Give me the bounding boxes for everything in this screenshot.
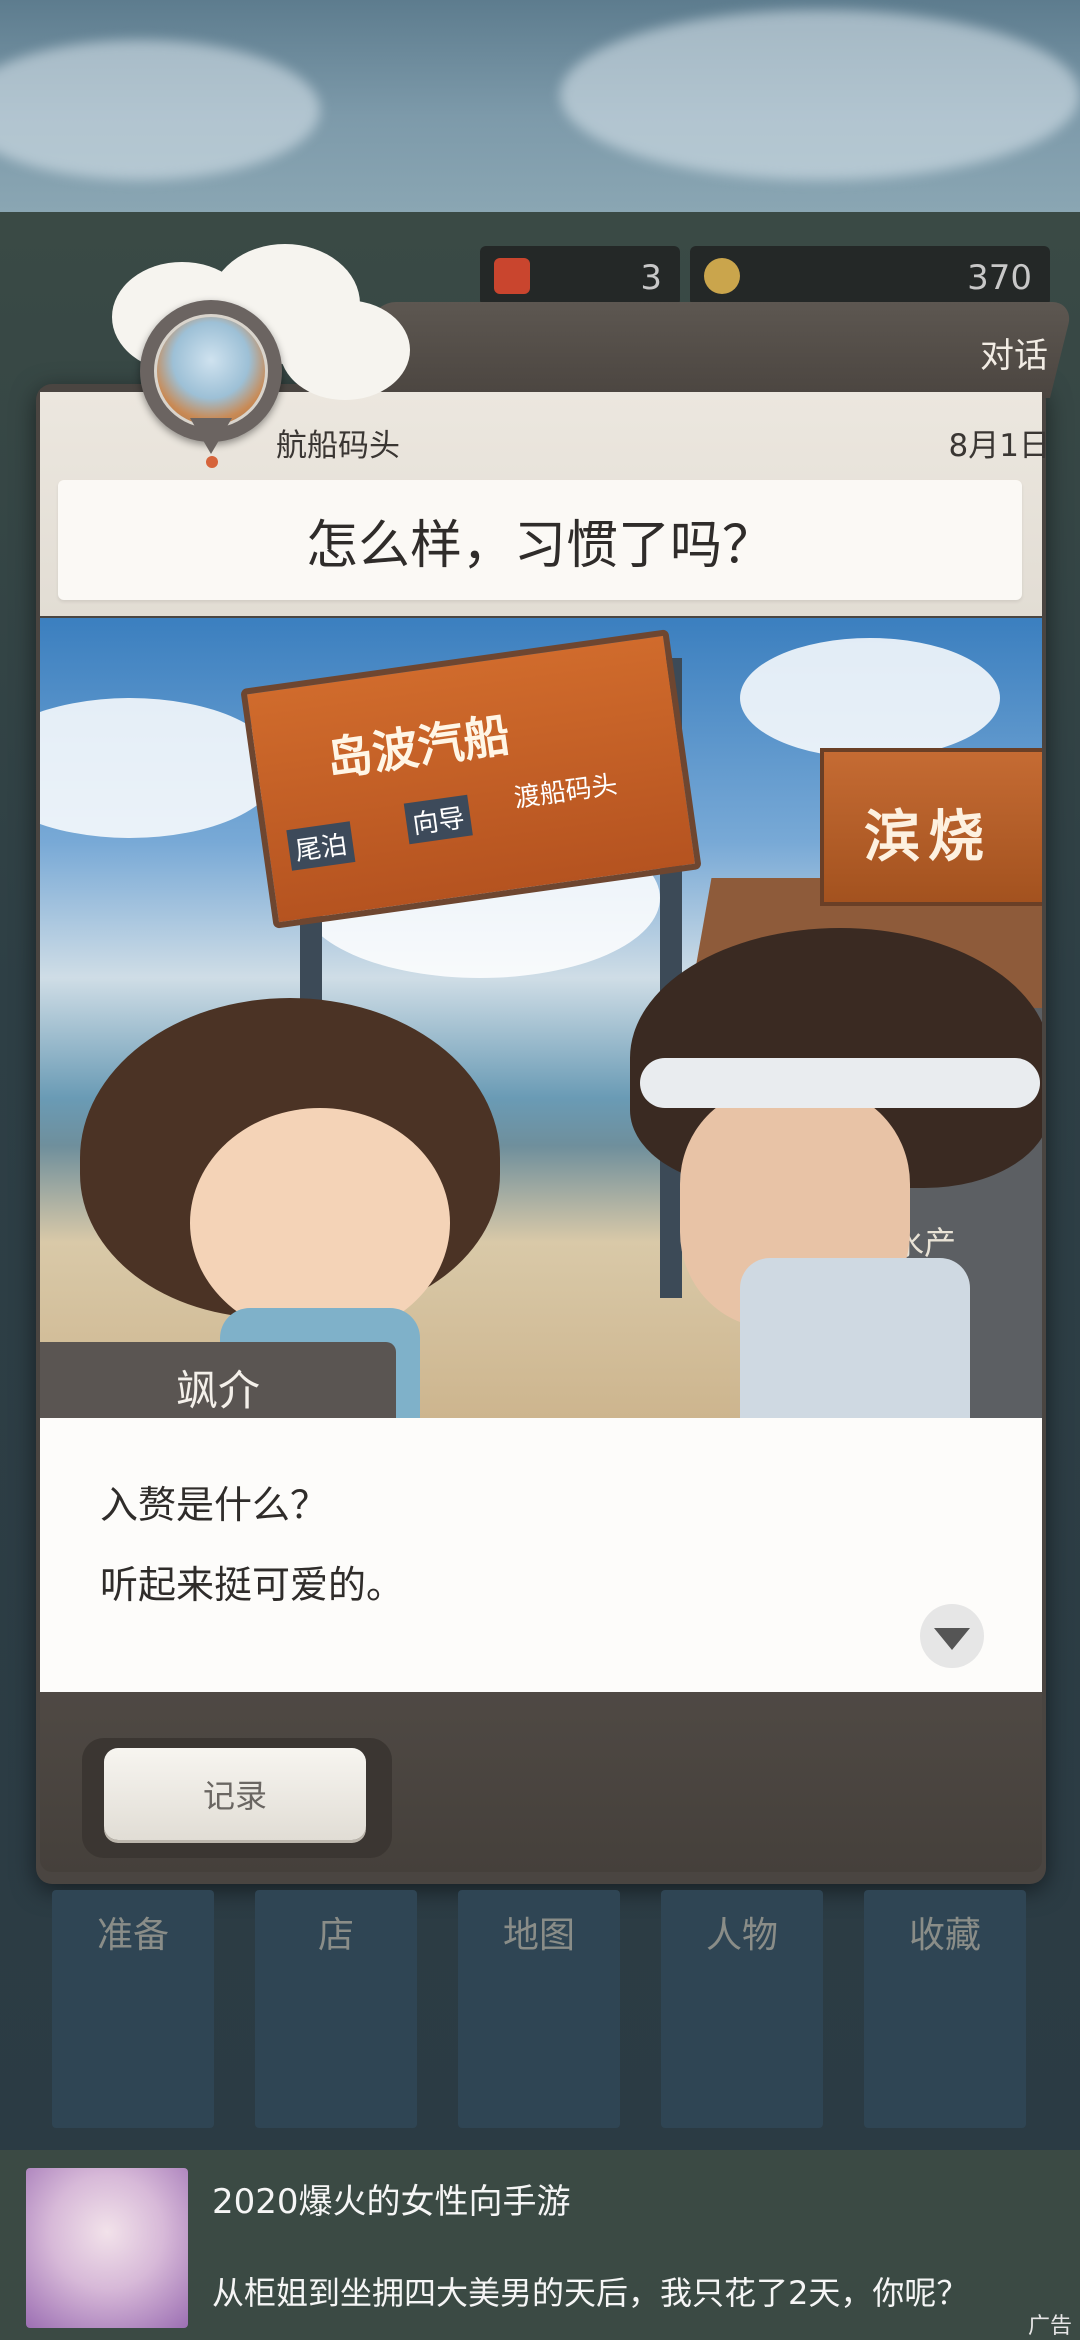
dialogue-line-2: 听起来挺可爱的。	[100, 1563, 405, 1607]
cloud	[740, 638, 1000, 758]
coin-icon	[704, 258, 740, 294]
coin-count: 370	[967, 258, 1032, 298]
location-pin-icon	[140, 300, 282, 454]
scene-illustration: 岛波汽船 尾泊 向导 渡船码头 滨烧 道水产	[40, 618, 1042, 1418]
triangle-down-icon	[934, 1628, 970, 1650]
dialogue-line-1: 入赘是什么？	[100, 1483, 329, 1527]
location-name: 航船码头	[276, 428, 400, 464]
nav-label: 店	[317, 1915, 354, 1956]
pin-dot	[206, 456, 218, 468]
face	[190, 1108, 450, 1338]
dialog-tab-label: 对话	[980, 336, 1048, 376]
body	[740, 1258, 970, 1418]
item-count: 3	[640, 258, 662, 298]
nav-label: 人物	[705, 1915, 778, 1956]
card-icon	[494, 258, 530, 294]
ad-title: 2020爆火的女性向手游	[212, 2182, 571, 2222]
sign-right-text: 渡船码头	[512, 769, 620, 815]
coin-counter: 370	[690, 246, 1050, 306]
date-label: 8月1日	[948, 428, 1050, 464]
nav-collection[interactable]: 收藏	[864, 1890, 1026, 2128]
ad-tag: 广告	[1027, 2314, 1072, 2339]
sign-mid-text: 向导	[403, 794, 473, 845]
location-thumbnail	[154, 314, 268, 428]
sign-left-text: 尾泊	[286, 821, 356, 871]
pin-tail	[190, 418, 232, 454]
log-button[interactable]: 记录	[104, 1748, 366, 1840]
nav-prepare[interactable]: 准备	[52, 1890, 214, 2128]
nav-label: 准备	[96, 1915, 169, 1956]
next-arrow-icon[interactable]	[920, 1604, 984, 1668]
question-text: 怎么样，习惯了吗？	[58, 480, 1022, 600]
nav-label: 地图	[502, 1915, 575, 1956]
ad-body: 从柜姐到坐拥四大美男的天后，我只花了2天，你呢？	[212, 2274, 969, 2312]
shop-sign: 滨烧	[820, 748, 1042, 906]
bottom-nav: 准备 店 地图 人物 收藏	[52, 1890, 1032, 2130]
nav-characters[interactable]: 人物	[661, 1890, 823, 2128]
shop-sign-text: 滨烧	[864, 805, 992, 870]
nav-shop[interactable]: 店	[255, 1890, 417, 2128]
nav-label: 收藏	[908, 1915, 981, 1956]
item-counter: 3	[480, 246, 680, 306]
cloud-decoration	[280, 300, 410, 400]
ad-thumbnail	[26, 2168, 188, 2328]
sign-main-text: 岛波汽船	[323, 707, 513, 787]
ad-banner[interactable]: 2020爆火的女性向手游 从柜姐到坐拥四大美男的天后，我只花了2天，你呢？ 广告	[0, 2150, 1080, 2340]
nav-map[interactable]: 地图	[458, 1890, 620, 2128]
dialog-tab	[350, 302, 1074, 398]
headband	[640, 1058, 1040, 1108]
cloud	[560, 10, 1080, 180]
